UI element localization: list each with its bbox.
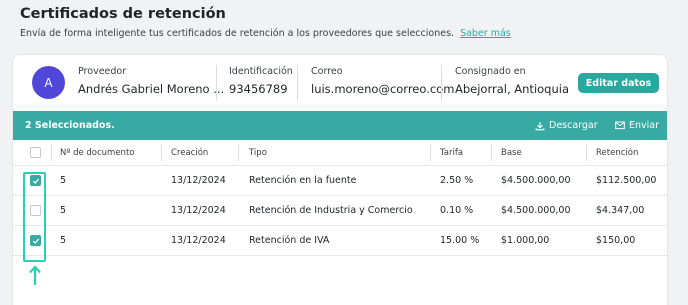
email-label: Correo: [311, 66, 343, 77]
column-divider: [238, 145, 239, 161]
provider-name: Andrés Gabriel Moreno ...: [78, 82, 225, 96]
select-all-cell: [30, 140, 41, 165]
id-field: Identificación 93456789: [229, 66, 293, 96]
cell-doc: 5: [60, 175, 67, 186]
table-row[interactable]: 5 13/12/2024 Retención de IVA 15.00 % $1…: [13, 226, 667, 256]
cell-retencion: $4.347,00: [596, 205, 645, 216]
divider: [297, 65, 298, 101]
page-title: Certificados de retención: [20, 6, 226, 22]
column-divider: [586, 145, 587, 161]
cell-base: $4.500.000,00: [501, 205, 571, 216]
cell-tarifa: 0.10 %: [440, 205, 474, 216]
cell-doc: 5: [60, 235, 67, 246]
email-value: luis.moreno@correo.com: [311, 82, 455, 96]
header-creacion[interactable]: Creación: [171, 140, 208, 165]
subtitle-text: Envía de forma inteligente tus certifica…: [20, 28, 455, 39]
column-divider: [491, 145, 492, 161]
cell-tipo: Retención en la fuente: [249, 175, 357, 186]
cell-tarifa: 2.50 %: [440, 175, 474, 186]
email-field: Correo luis.moreno@correo.com: [311, 66, 454, 96]
selection-bar: 2 Seleccionados. Descargar Enviar: [13, 111, 667, 140]
certificates-card: A Proveedor Andrés Gabriel Moreno ... Id…: [12, 54, 668, 305]
cell-creacion: 13/12/2024: [171, 205, 226, 216]
cell-creacion: 13/12/2024: [171, 235, 226, 246]
provider-field: Proveedor Andrés Gabriel Moreno ...: [78, 66, 224, 96]
consignado-value: Abejorral, Antioquia: [455, 82, 570, 96]
divider: [216, 65, 217, 101]
cell-tipo: Retención de Industria y Comercio: [249, 205, 413, 216]
header-tarifa[interactable]: Tarifa: [440, 140, 463, 165]
cell-base: $1.000,00: [501, 235, 550, 246]
column-divider: [430, 145, 431, 161]
cell-tarifa: 15.00 %: [440, 235, 480, 246]
column-divider: [51, 145, 52, 161]
cell-doc: 5: [60, 205, 67, 216]
checkbox-highlight: [23, 172, 46, 262]
header-doc[interactable]: Nº de documento: [60, 140, 134, 165]
table-row[interactable]: 5 13/12/2024 Retención en la fuente 2.50…: [13, 166, 667, 196]
download-icon: [535, 121, 545, 130]
table-header-row: Nº de documento Creación Tipo Tarifa Bas…: [13, 140, 667, 166]
table-row[interactable]: 5 13/12/2024 Retención de Industria y Co…: [13, 196, 667, 226]
mail-icon: [615, 121, 625, 130]
id-label: Identificación: [229, 66, 293, 77]
selected-count: 2 Seleccionados.: [25, 120, 115, 131]
cell-retencion: $150,00: [596, 235, 636, 246]
divider: [441, 65, 442, 101]
learn-more-link[interactable]: Saber más: [460, 28, 511, 39]
consignado-field: Consignado en Abejorral, Antioquia: [455, 66, 569, 96]
edit-data-button[interactable]: Editar datos: [578, 73, 659, 93]
page-subtitle: Envía de forma inteligente tus certifica…: [20, 28, 511, 39]
download-label: Descargar: [549, 120, 598, 131]
cell-tipo: Retención de IVA: [249, 235, 330, 246]
column-divider: [161, 145, 162, 161]
arrow-up-icon: [29, 265, 41, 285]
consignado-label: Consignado en: [455, 66, 526, 77]
send-label: Enviar: [629, 120, 660, 131]
download-button[interactable]: Descargar: [535, 120, 598, 131]
certificates-table: Nº de documento Creación Tipo Tarifa Bas…: [13, 140, 667, 256]
cell-creacion: 13/12/2024: [171, 175, 226, 186]
send-button[interactable]: Enviar: [615, 120, 659, 131]
provider-label: Proveedor: [78, 66, 127, 77]
provider-summary: A Proveedor Andrés Gabriel Moreno ... Id…: [13, 55, 667, 111]
cell-base: $4.500.000,00: [501, 175, 571, 186]
cell-retencion: $112.500,00: [596, 175, 657, 186]
header-retencion[interactable]: Retención: [596, 140, 638, 165]
avatar: A: [32, 66, 65, 99]
header-tipo[interactable]: Tipo: [249, 140, 267, 165]
select-all-checkbox[interactable]: [30, 147, 41, 158]
header-base[interactable]: Base: [501, 140, 522, 165]
id-value: 93456789: [229, 82, 288, 96]
